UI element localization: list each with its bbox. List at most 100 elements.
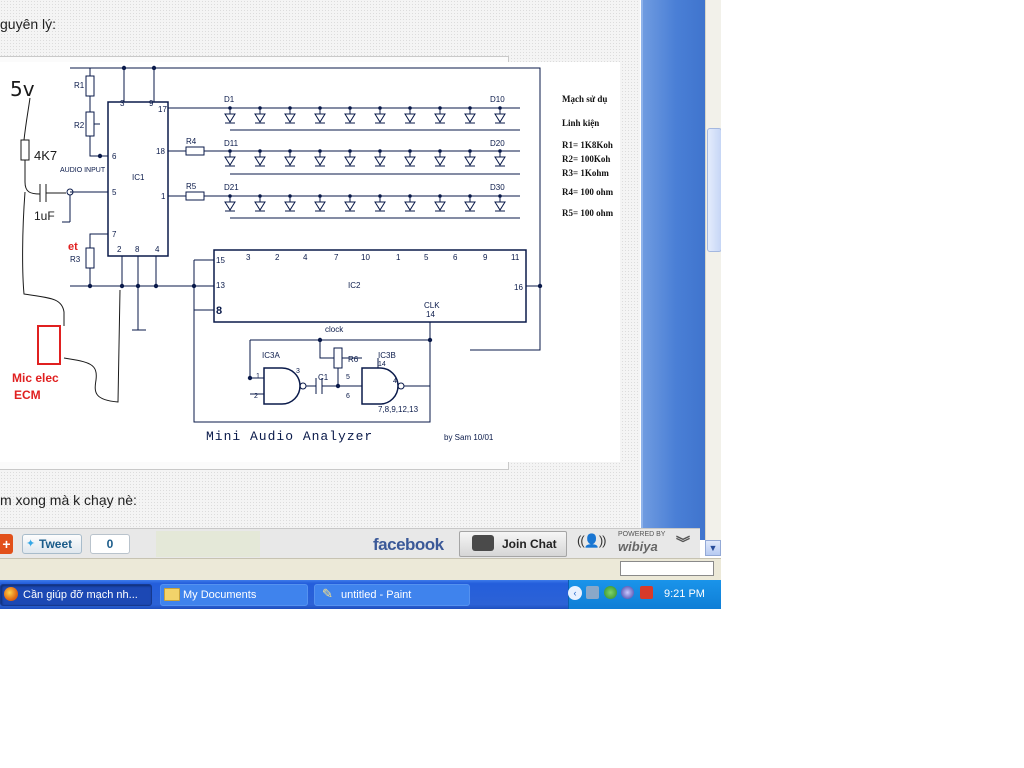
c1-label: C1 bbox=[318, 373, 329, 382]
ic2-top-pin: 9 bbox=[483, 253, 488, 262]
led-junction bbox=[258, 194, 262, 198]
ic3a-pin-1: 1 bbox=[256, 373, 260, 380]
notes-parts: Linh kiện bbox=[562, 118, 600, 128]
led-junction bbox=[378, 194, 382, 198]
handdrawn-mic-label: Mic elec bbox=[12, 371, 59, 385]
powered-by-label: POWERED BY bbox=[618, 531, 666, 538]
ic3b-pin-6: 6 bbox=[346, 393, 350, 400]
handdrawn-et-label: et bbox=[68, 241, 78, 253]
ic3a-pin-2: 2 bbox=[254, 393, 258, 400]
ic1-pin-5: 5 bbox=[112, 188, 117, 197]
d11-label: D11 bbox=[224, 139, 239, 148]
post-text-bottom: m xong mà k chạy nè: bbox=[0, 492, 137, 508]
led-junction bbox=[348, 194, 352, 198]
firefox-icon bbox=[4, 587, 18, 601]
antivirus-icon[interactable] bbox=[640, 586, 653, 599]
twitter-bird-icon: ✦ bbox=[26, 538, 36, 550]
tray-status-icon[interactable] bbox=[604, 586, 617, 599]
ic2-top-pin: 5 bbox=[424, 253, 429, 262]
ic2-top-pin: 4 bbox=[303, 253, 308, 262]
ic2-pin-16: 16 bbox=[514, 283, 523, 292]
r4-label: R4 bbox=[186, 137, 197, 146]
taskbar-paint[interactable]: untitled - Paint bbox=[314, 584, 470, 606]
led-junction bbox=[348, 149, 352, 153]
led-junction bbox=[318, 106, 322, 110]
show-hidden-icons-icon[interactable]: ‹ bbox=[568, 586, 582, 600]
r5-label: R5 bbox=[186, 182, 197, 191]
r2-label: R2 bbox=[74, 121, 85, 130]
ic2-pin-14: 14 bbox=[426, 310, 435, 319]
ic3b-pins-ground: 7,8,9,12,13 bbox=[378, 405, 419, 414]
led-junction bbox=[228, 149, 232, 153]
share-placeholder bbox=[156, 531, 260, 557]
notes-r2: R2= 100Koh bbox=[562, 154, 611, 164]
led-junction bbox=[468, 106, 472, 110]
ic2-label: IC2 bbox=[348, 281, 361, 290]
ic2-top-pin: 6 bbox=[453, 253, 458, 262]
security-icon[interactable] bbox=[621, 586, 634, 599]
r6-label: R6 bbox=[348, 355, 359, 364]
d21-label: D21 bbox=[224, 183, 239, 192]
notes-r4: R4= 100 ohm bbox=[562, 187, 614, 197]
ic3a-pin-3: 3 bbox=[296, 368, 300, 375]
ic3b-pin-5: 5 bbox=[346, 374, 350, 381]
ic1-pin-8: 8 bbox=[135, 245, 140, 254]
ic1-pin-6: 6 bbox=[112, 152, 117, 161]
ic2-top-pin: 10 bbox=[361, 253, 370, 262]
network-icon[interactable] bbox=[586, 586, 599, 599]
scrollbar-thumb[interactable] bbox=[707, 128, 722, 252]
led-junction bbox=[258, 149, 262, 153]
scroll-down-icon[interactable]: ▼ bbox=[705, 540, 721, 556]
notes-r1: R1= 1K8Koh bbox=[562, 140, 613, 150]
ic3b-pin-4: 4 bbox=[393, 378, 397, 385]
led-junction bbox=[498, 194, 502, 198]
taskbar-browser-window[interactable]: Cần giúp đỡ mạch nh... bbox=[0, 584, 152, 606]
ic3b-label: IC3B bbox=[378, 351, 396, 360]
blank-canvas-area bbox=[721, 0, 1024, 768]
chat-bubble-icon bbox=[472, 535, 494, 551]
add-share-button[interactable]: + bbox=[0, 534, 13, 554]
vertical-scrollbar[interactable] bbox=[705, 0, 722, 556]
handdrawn-1uf-label: 1uF bbox=[34, 209, 55, 223]
led-junction bbox=[468, 149, 472, 153]
ic1-pin-7: 7 bbox=[112, 230, 117, 239]
notes-r3: R3= 1Kohm bbox=[562, 168, 609, 178]
handdrawn-5v-label: 5v bbox=[10, 77, 35, 101]
led-junction bbox=[258, 106, 262, 110]
led-junction bbox=[288, 194, 292, 198]
audio-input-label: AUDIO INPUT bbox=[60, 167, 106, 174]
led-junction bbox=[498, 106, 502, 110]
wibiya-label: wibiya bbox=[618, 539, 658, 554]
led-junction bbox=[318, 194, 322, 198]
ic1-label: IC1 bbox=[132, 173, 145, 182]
d10-label: D10 bbox=[490, 95, 505, 104]
notes-heading: Mạch sử dụ bbox=[562, 94, 608, 104]
r1-label: R1 bbox=[74, 81, 85, 90]
collapse-chevron-icon[interactable]: ︾ bbox=[676, 533, 690, 553]
broadcast-icon[interactable]: ((👤)) bbox=[577, 533, 606, 549]
taskbar-my-documents[interactable]: My Documents bbox=[160, 584, 308, 606]
led-junction bbox=[438, 194, 442, 198]
led-junction bbox=[318, 149, 322, 153]
facebook-button[interactable]: facebook bbox=[373, 535, 444, 555]
led-junction bbox=[438, 149, 442, 153]
paint-icon: ✎ bbox=[322, 586, 333, 601]
led-junction bbox=[228, 194, 232, 198]
d20-label: D20 bbox=[490, 139, 505, 148]
folder-icon bbox=[164, 588, 180, 601]
handdrawn-ecm-label: ECM bbox=[14, 388, 41, 402]
page-side-panel bbox=[641, 0, 709, 540]
led-junction bbox=[228, 106, 232, 110]
clk-label: CLK bbox=[424, 301, 440, 310]
led-junction bbox=[288, 106, 292, 110]
ic1-pin-17: 17 bbox=[158, 105, 167, 114]
ic2-top-pin: 11 bbox=[511, 253, 520, 262]
ic2-pin-15: 15 bbox=[216, 256, 225, 265]
led-junction bbox=[468, 194, 472, 198]
led-junction bbox=[408, 106, 412, 110]
schematic-background bbox=[0, 62, 620, 462]
join-chat-label: Join Chat bbox=[502, 537, 557, 551]
ic3b-pin-14: 14 bbox=[378, 361, 386, 368]
taskbar-clock[interactable]: 9:21 PM bbox=[664, 588, 705, 600]
ic1-pin-4: 4 bbox=[155, 245, 160, 254]
